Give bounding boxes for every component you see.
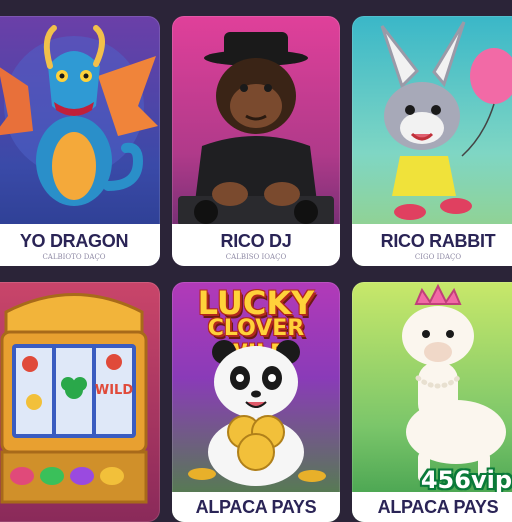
slot-machine-icon: WILD <box>0 293 148 504</box>
reel-wild-text: WILD <box>95 383 133 398</box>
game-subtitle: CALBIOTO DAÇO <box>42 253 106 261</box>
tile-label: RICO RABBIT CIGO IDAÇO <box>352 224 512 266</box>
game-title: RICO DJ <box>220 231 292 251</box>
game-tile-slot-machine[interactable]: WILD <box>0 282 160 522</box>
watermark-456vip: 456vip <box>420 466 512 494</box>
rabbit-icon <box>380 21 512 220</box>
game-tile-rico-dj[interactable]: RICO DJ CALBISO IOAÇO <box>172 16 340 266</box>
game-tile-rico-rabbit[interactable]: RICO RABBIT CIGO IDAÇO <box>352 16 512 266</box>
tile-label: ALPACA PAYS <box>352 492 512 522</box>
game-title: ALPACA PAYS <box>377 497 499 517</box>
gorilla-dj-icon <box>178 32 334 226</box>
game-subtitle: CALBISO IOAÇO <box>225 253 287 261</box>
game-title: ALPACA PAYS <box>195 497 317 517</box>
tile-label: ALPACA PAYS <box>172 492 340 522</box>
game-grid: YO DRAGON CALBIOTO DAÇO RICO DJ CALBISO … <box>0 0 512 522</box>
game-tile-alpaca-pays[interactable]: 456vip ALPACA PAYS <box>352 282 512 522</box>
tile-label: YO DRAGON CALBIOTO DAÇO <box>0 224 160 266</box>
tile-label: RICO DJ CALBISO IOAÇO <box>172 224 340 266</box>
game-tile-yo-dragon[interactable]: YO DRAGON CALBIOTO DAÇO <box>0 16 160 266</box>
panda-icon <box>188 340 326 486</box>
game-tile-lucky-clover-wild[interactable]: LUCKY CLOVER WILD ALPACA PAYS <box>172 282 340 522</box>
game-subtitle: CIGO IDAÇO <box>414 253 462 261</box>
alpaca-icon <box>402 283 506 482</box>
game-title: RICO RABBIT <box>380 231 496 251</box>
game-title: YO DRAGON <box>19 231 129 251</box>
dragon-icon <box>0 25 158 206</box>
